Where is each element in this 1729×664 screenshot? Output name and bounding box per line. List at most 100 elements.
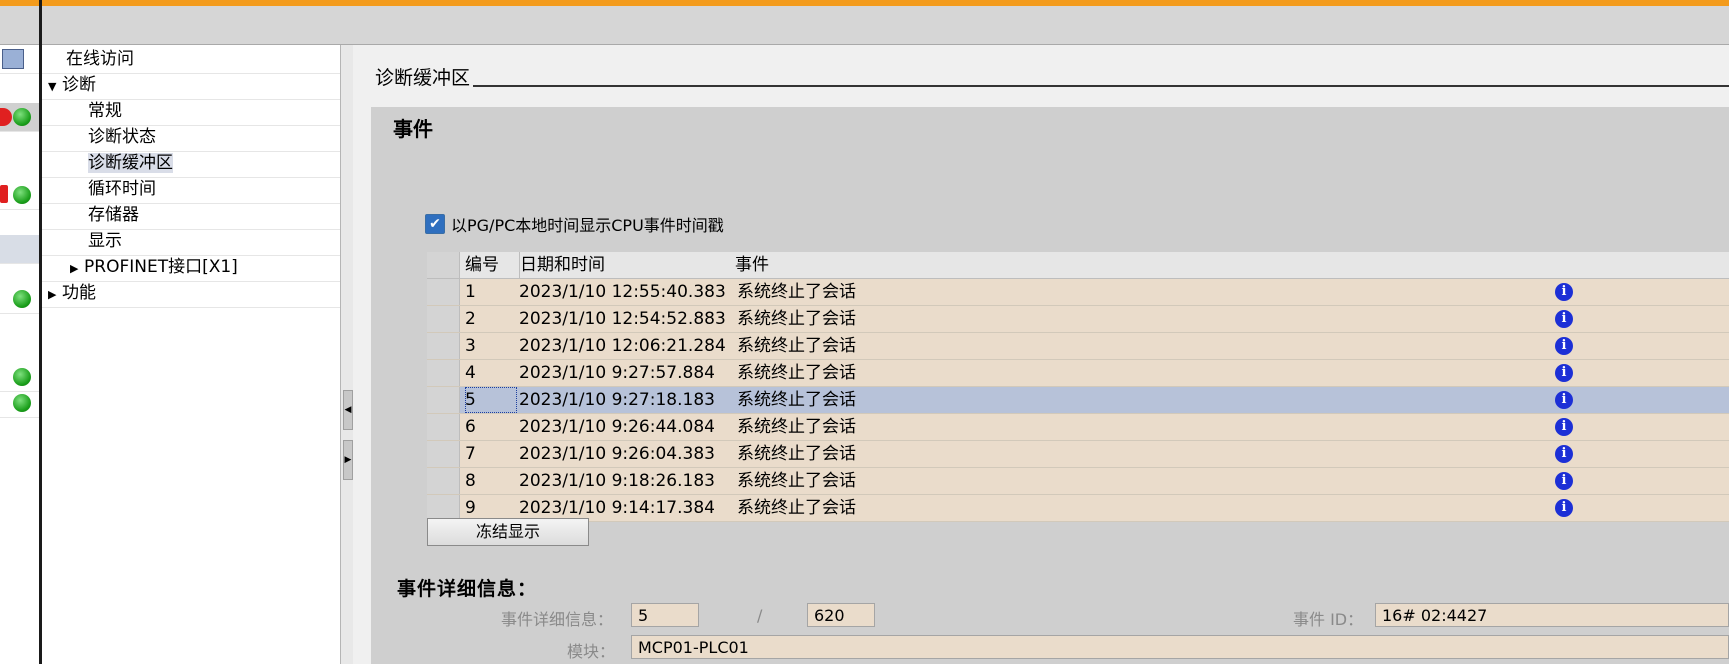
cell-datetime: 2023/1/10 12:55:40.383 xyxy=(519,282,726,302)
collapse-left-icon[interactable]: ◀ xyxy=(343,390,353,430)
nav-item-label: 诊断 xyxy=(62,75,96,95)
ok-status-icon xyxy=(13,368,31,386)
info-icon[interactable]: i xyxy=(1555,391,1573,409)
row-header[interactable] xyxy=(427,441,460,467)
nav-item-label: 功能 xyxy=(62,283,96,303)
info-icon[interactable]: i xyxy=(1555,310,1573,328)
cell-no: 7 xyxy=(465,444,476,464)
row-header-corner xyxy=(427,252,460,278)
cell-no: 5 xyxy=(465,387,517,413)
ok-status-icon xyxy=(13,186,31,204)
status-row xyxy=(0,181,39,210)
main-content: 诊断缓冲区 事件 ✔ 以PG/PC本地时间显示CPU事件时间戳 编号 日期和时间… xyxy=(353,45,1729,664)
expand-right-icon[interactable]: ▶ xyxy=(343,440,353,480)
nav-item-label: PROFINET接口[X1] xyxy=(84,257,238,277)
warning-status-icon xyxy=(0,185,8,203)
row-header[interactable] xyxy=(427,414,460,440)
cell-event: 系统终止了会话 xyxy=(737,498,856,518)
cell-no: 8 xyxy=(465,471,476,491)
section-title: 诊断缓冲区 xyxy=(375,67,471,89)
table-row[interactable]: 5 2023/1/10 9:27:18.183 系统终止了会话 i xyxy=(427,387,1729,414)
column-header-no[interactable]: 编号 xyxy=(465,252,499,278)
nav-item-cycle-time[interactable]: 循环时间 xyxy=(42,175,386,204)
module-field: MCP01-PLC01 xyxy=(631,635,1729,659)
nav-item-diagnostic-status[interactable]: 诊断状态 xyxy=(42,123,386,152)
cell-event: 系统终止了会话 xyxy=(737,390,856,410)
row-header[interactable] xyxy=(427,306,460,332)
cell-no: 2 xyxy=(465,309,476,329)
module-label: 模块： xyxy=(567,642,616,661)
nav-item-display[interactable]: 显示 xyxy=(42,227,386,256)
cell-event: 系统终止了会话 xyxy=(737,363,856,383)
cell-datetime: 2023/1/10 9:26:44.084 xyxy=(519,417,715,437)
table-header: 编号 日期和时间 事件 xyxy=(427,252,1729,279)
cell-datetime: 2023/1/10 12:54:52.883 xyxy=(519,309,726,329)
nav-item-diagnostic-buffer[interactable]: 诊断缓冲区 xyxy=(42,149,386,178)
column-header-datetime[interactable]: 日期和时间 xyxy=(519,252,605,278)
cell-datetime: 2023/1/10 9:27:57.884 xyxy=(519,363,715,383)
info-icon[interactable]: i xyxy=(1555,472,1573,490)
table-row[interactable]: 1 2023/1/10 12:55:40.383 系统终止了会话 i xyxy=(427,279,1729,306)
info-icon[interactable]: i xyxy=(1555,499,1573,517)
nav-item-functions[interactable]: ▶ 功能 xyxy=(42,279,346,308)
calculator-icon[interactable] xyxy=(2,49,24,69)
local-time-checkbox[interactable]: ✔ 以PG/PC本地时间显示CPU事件时间戳 xyxy=(425,212,724,236)
info-icon[interactable]: i xyxy=(1555,445,1573,463)
table-row[interactable]: 6 2023/1/10 9:26:44.084 系统终止了会话 i xyxy=(427,414,1729,441)
cell-event: 系统终止了会话 xyxy=(737,309,856,329)
nav-item-label: 诊断状态 xyxy=(88,127,156,147)
info-icon[interactable]: i xyxy=(1555,418,1573,436)
event-index-field[interactable]: 5 xyxy=(631,603,699,627)
cell-event: 系统终止了会话 xyxy=(737,336,856,356)
info-icon[interactable]: i xyxy=(1555,364,1573,382)
toolbar xyxy=(0,6,1729,45)
cell-datetime: 2023/1/10 9:18:26.183 xyxy=(519,471,715,491)
row-header[interactable] xyxy=(427,360,460,386)
nav-item-label: 显示 xyxy=(88,231,122,251)
navigation-tree: 在线访问 ▼ 诊断 常规 诊断状态 诊断缓冲区 循环时间 存储器 显示 ▶ PROF… xyxy=(42,45,386,664)
nav-item-diagnostics[interactable]: ▼ 诊断 xyxy=(42,71,346,100)
cell-no: 4 xyxy=(465,363,476,383)
status-row xyxy=(0,285,39,314)
table-row[interactable]: 9 2023/1/10 9:14:17.384 系统终止了会话 i xyxy=(427,495,1729,522)
nav-item-label: 常规 xyxy=(88,101,122,121)
nav-item-label: 循环时间 xyxy=(88,179,156,199)
events-heading: 事件 xyxy=(393,117,433,141)
nav-item-profinet-interface[interactable]: ▶ PROFINET接口[X1] xyxy=(42,253,368,282)
nav-item-online-access[interactable]: 在线访问 xyxy=(42,45,364,74)
nav-item-label: 诊断缓冲区 xyxy=(88,153,173,173)
panel-splitter[interactable]: ◀ ▶ xyxy=(340,45,354,664)
table-row[interactable]: 7 2023/1/10 9:26:04.383 系统终止了会话 i xyxy=(427,441,1729,468)
table-row[interactable]: 4 2023/1/10 9:27:57.884 系统终止了会话 i xyxy=(427,360,1729,387)
event-details-heading: 事件详细信息： xyxy=(397,578,538,600)
freeze-display-button[interactable]: 冻结显示 xyxy=(427,518,589,546)
nav-item-general[interactable]: 常规 xyxy=(42,97,386,126)
ok-status-icon xyxy=(13,290,31,308)
table-row[interactable]: 3 2023/1/10 12:06:21.284 系统终止了会话 i xyxy=(427,333,1729,360)
cell-event: 系统终止了会话 xyxy=(737,471,856,491)
table-body: 1 2023/1/10 12:55:40.383 系统终止了会话 i 2 2023/1/1… xyxy=(427,279,1729,522)
device-status-strip xyxy=(0,45,39,664)
table-row[interactable]: 8 2023/1/10 9:18:26.183 系统终止了会话 i xyxy=(427,468,1729,495)
table-row[interactable]: 2 2023/1/10 12:54:52.883 系统终止了会话 i xyxy=(427,306,1729,333)
nav-item-memory[interactable]: 存储器 xyxy=(42,201,386,230)
cell-no: 3 xyxy=(465,336,476,356)
cell-datetime: 2023/1/10 12:06:21.284 xyxy=(519,336,726,356)
event-id-field: 16# 02:4427 xyxy=(1375,603,1729,627)
cell-event: 系统终止了会话 xyxy=(737,417,856,437)
info-icon[interactable]: i xyxy=(1555,283,1573,301)
checkbox-label: 以PG/PC本地时间显示CPU事件时间戳 xyxy=(451,216,724,235)
event-id-label: 事件 ID： xyxy=(1293,610,1364,629)
status-row xyxy=(0,363,39,392)
info-icon[interactable]: i xyxy=(1555,337,1573,355)
checkbox-checked-icon[interactable]: ✔ xyxy=(425,214,445,234)
row-header[interactable] xyxy=(427,279,460,305)
chevron-right-icon[interactable]: ▶ xyxy=(48,281,62,309)
column-header-event[interactable]: 事件 xyxy=(735,252,769,278)
status-row xyxy=(0,235,39,264)
row-header[interactable] xyxy=(427,387,460,413)
status-row xyxy=(0,103,39,132)
row-header[interactable] xyxy=(427,333,460,359)
row-header[interactable] xyxy=(427,468,460,494)
section-divider xyxy=(473,85,1729,87)
